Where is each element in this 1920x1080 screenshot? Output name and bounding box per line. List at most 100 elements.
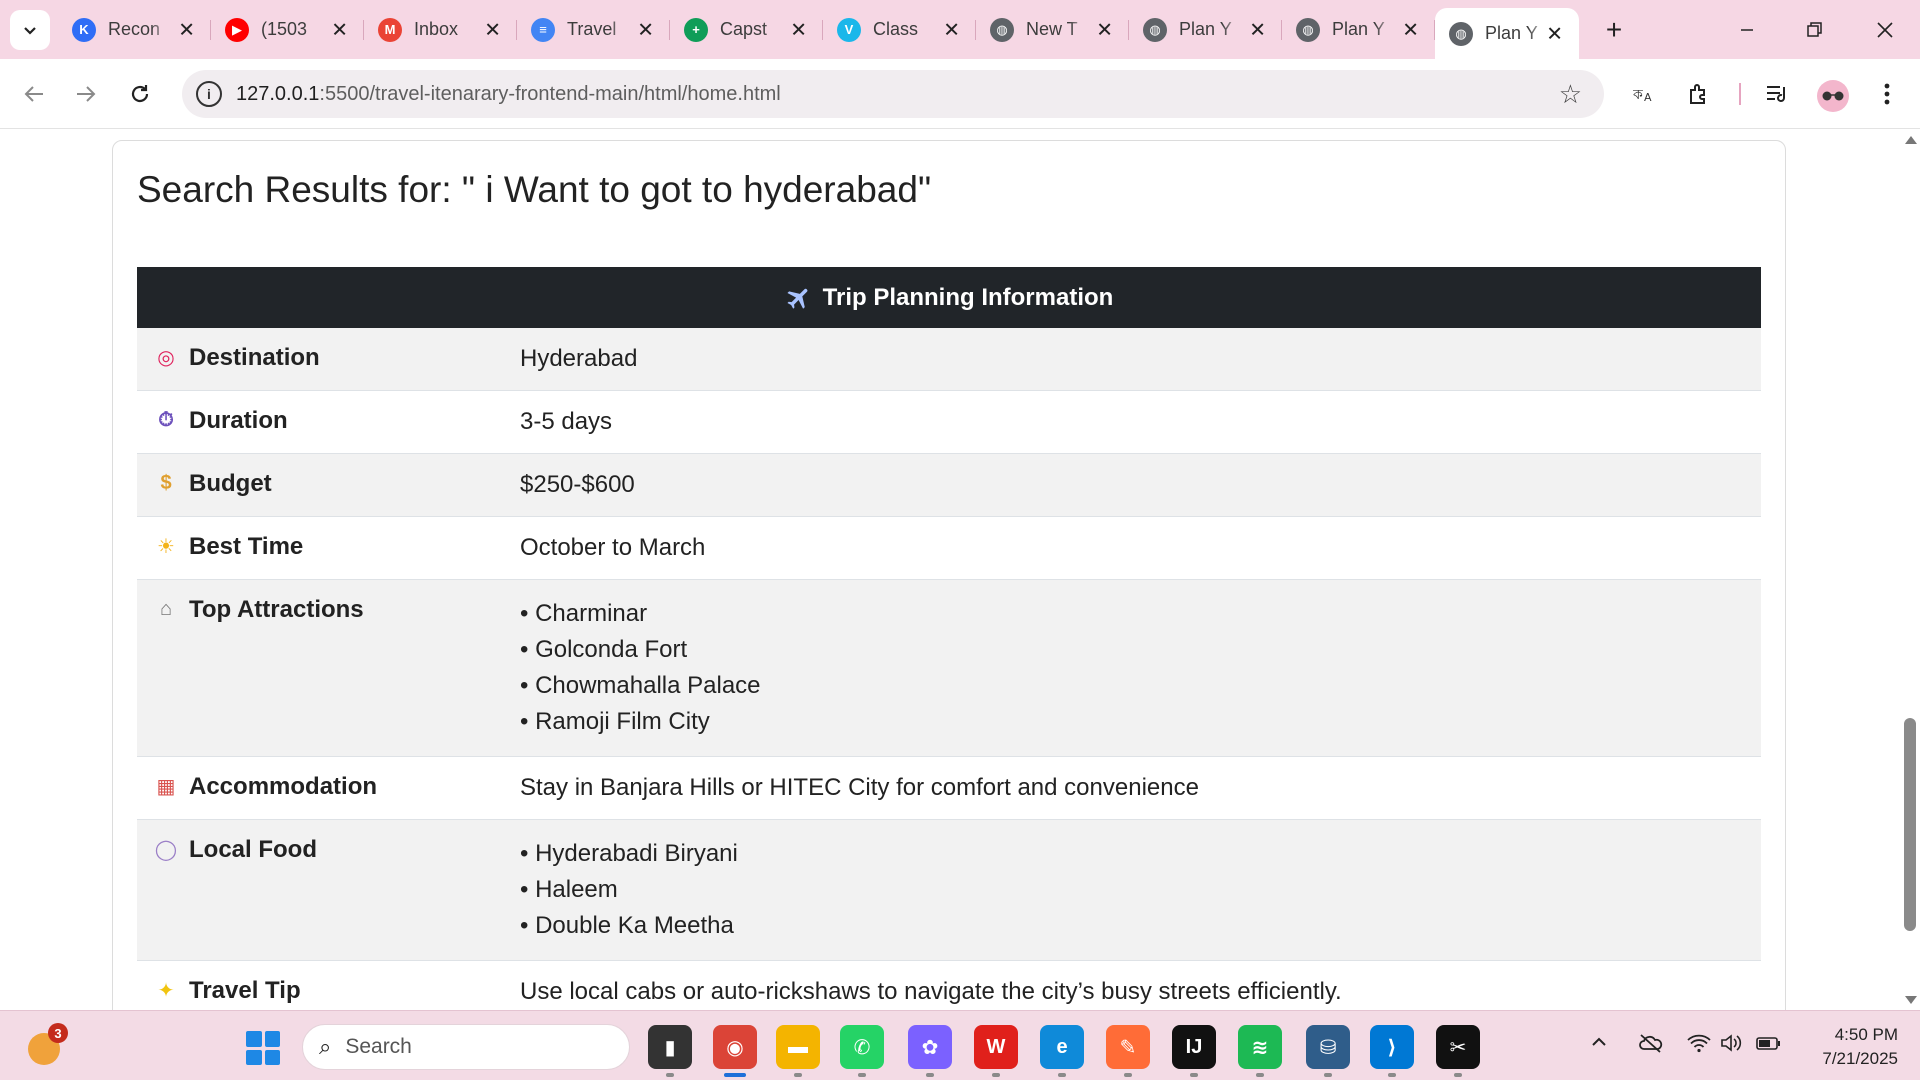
mysql-workbench-app-icon[interactable]: ⛁: [1306, 1025, 1350, 1077]
wifi-icon[interactable]: [1686, 1033, 1712, 1059]
browser-tab[interactable]: M Inbox ✕: [364, 0, 517, 59]
close-window-button[interactable]: [1862, 10, 1908, 50]
tab-close-icon[interactable]: ✕: [1249, 17, 1266, 42]
minimize-button[interactable]: [1724, 10, 1770, 50]
chrome-app-icon[interactable]: ◉: [713, 1025, 757, 1077]
browser-tab[interactable]: V Class ✕: [823, 0, 976, 59]
intellij-app-icon[interactable]: IJ: [1172, 1025, 1216, 1077]
tab-title: Plan Y: [1179, 19, 1232, 39]
notification-badge: 3: [48, 1023, 68, 1043]
target-icon: ◎: [157, 346, 175, 369]
browser-tab[interactable]: ≡ Travel ✕: [517, 0, 670, 59]
postman-app-icon[interactable]: ✎: [1106, 1025, 1150, 1077]
restore-icon: [1807, 22, 1822, 37]
battery-icon[interactable]: [1756, 1033, 1782, 1059]
browser-tab[interactable]: ◍ New T ✕: [976, 0, 1129, 59]
url-text[interactable]: 127.0.0.1:5500/travel-itenarary-frontend…: [236, 83, 781, 106]
weather-widget[interactable]: 3: [28, 1023, 68, 1065]
new-tab-button[interactable]: +: [1598, 14, 1630, 46]
back-button[interactable]: [14, 74, 54, 114]
scroll-down-arrow-icon[interactable]: [1905, 996, 1917, 1004]
browser-tab[interactable]: ◍ Plan Y ✕: [1129, 0, 1282, 59]
browser-menu-icon[interactable]: [1870, 77, 1904, 111]
tab-close-icon[interactable]: ✕: [1402, 17, 1419, 42]
extensions-icon[interactable]: [1682, 77, 1716, 111]
row-value: • Charminar: [520, 600, 648, 627]
edge-app-icon[interactable]: e: [1040, 1025, 1084, 1077]
tab-close-icon[interactable]: ✕: [790, 17, 807, 42]
taskbar-search[interactable]: ⌕ Search: [302, 1024, 630, 1070]
task-view-app-icon[interactable]: ▮: [648, 1025, 692, 1077]
row-value: • Hyderabadi Biryani: [520, 840, 738, 867]
scrollbar-thumb[interactable]: [1904, 718, 1916, 931]
youtube-icon: ▶: [225, 17, 249, 42]
spotify-app-icon[interactable]: ≋: [1238, 1025, 1282, 1077]
tab-close-icon[interactable]: ✕: [331, 17, 348, 42]
row-value: Use local cabs or auto-rickshaws to navi…: [520, 978, 1342, 1005]
page-scrollbar[interactable]: [1900, 130, 1920, 1010]
copilot-app-icon[interactable]: ✿: [908, 1025, 952, 1077]
bookmark-star-icon[interactable]: ☆: [1559, 79, 1582, 110]
sun-cloud-icon: ☀: [157, 535, 175, 558]
forward-button[interactable]: [66, 74, 106, 114]
scroll-up-arrow-icon[interactable]: [1905, 136, 1917, 144]
restore-button[interactable]: [1792, 10, 1838, 50]
tab-close-icon[interactable]: ✕: [178, 17, 195, 42]
sheets-icon: +: [684, 17, 708, 42]
url-host: 127.0.0.1: [236, 82, 320, 105]
running-indicator: [1058, 1073, 1066, 1077]
money-bag-icon: $: [160, 471, 172, 494]
capcut-app-icon[interactable]: ✂: [1436, 1025, 1480, 1077]
tab-title: Inbox: [414, 19, 459, 39]
media-control-icon[interactable]: [1760, 77, 1794, 111]
browser-tab[interactable]: ◍ Plan Y ✕: [1282, 0, 1435, 59]
tab-search-button[interactable]: [10, 10, 50, 50]
address-bar[interactable]: i 127.0.0.1:5500/travel-itenarary-fronte…: [182, 70, 1604, 118]
tab-list: K Recon ✕ ▶ (1503 ✕ M Inbox ✕ ≡ Travel ✕ + Capst ✕ V Cla…: [58, 0, 1579, 59]
docs-icon: ≡: [531, 17, 555, 42]
row-value-cell: • Hyderabadi Biryani • Haleem • Double Ka …: [520, 820, 1761, 960]
reload-button[interactable]: [120, 74, 160, 114]
airplane-icon: [787, 288, 807, 309]
chevron-up-icon[interactable]: [1590, 1033, 1608, 1057]
browser-tab[interactable]: ▶ (1503 ✕: [211, 0, 364, 59]
classical-building-icon: ⌂: [159, 597, 173, 620]
tab-close-icon[interactable]: ✕: [484, 17, 501, 42]
file-explorer-app-icon[interactable]: ▬: [776, 1025, 820, 1077]
system-clock[interactable]: 4:50 PM 7/21/2025: [1800, 1023, 1898, 1071]
tab-strip: K Recon ✕ ▶ (1503 ✕ M Inbox ✕ ≡ Travel ✕ + Capst ✕ V Cla…: [0, 0, 1920, 59]
row-value-cell: Stay in Banjara Hills or HITEC City for …: [520, 757, 1761, 819]
running-indicator: [858, 1073, 866, 1077]
tab-close-icon[interactable]: ✕: [1546, 21, 1563, 46]
browser-tab[interactable]: + Capst ✕: [670, 0, 823, 59]
toolbar-separator: [1739, 83, 1741, 105]
browser-tab[interactable]: K Recon ✕: [58, 0, 211, 59]
tab-close-icon[interactable]: ✕: [943, 17, 960, 42]
onedrive-icon[interactable]: [1638, 1033, 1664, 1059]
row-value: 3-5 days: [520, 408, 613, 435]
tab-title: Plan Y: [1485, 23, 1538, 43]
tab-active[interactable]: ◍ Plan Y ✕: [1435, 8, 1579, 59]
row-value: $250-$600: [520, 471, 635, 498]
table-row: ✦ Travel Tip Use local cabs or auto-ricksh…: [137, 961, 1761, 1010]
whatsapp-app-icon[interactable]: ✆: [840, 1025, 884, 1077]
volume-icon[interactable]: [1720, 1033, 1744, 1059]
translate-icon[interactable]: কA: [1628, 77, 1662, 111]
tab-close-icon[interactable]: ✕: [1096, 17, 1113, 42]
row-label-cell: ✦ Travel Tip: [137, 961, 520, 1010]
results-card: Search Results for: " i Want to got to h…: [112, 140, 1786, 1010]
globe-icon: ◍: [1449, 21, 1473, 46]
close-icon: [1877, 22, 1893, 38]
gmail-icon: M: [378, 17, 402, 42]
tab-close-icon[interactable]: ✕: [637, 17, 654, 42]
running-indicator: [926, 1073, 934, 1077]
site-info-icon[interactable]: i: [196, 81, 222, 107]
wps-office-app-icon[interactable]: W: [974, 1025, 1018, 1077]
running-indicator: [1388, 1073, 1396, 1077]
table-row: $ Budget $250-$600: [137, 454, 1761, 517]
profile-avatar[interactable]: [1817, 80, 1849, 112]
start-button[interactable]: [246, 1031, 280, 1065]
vscode-app-icon[interactable]: ⟩: [1370, 1025, 1414, 1077]
globe-icon: ◍: [990, 17, 1014, 42]
row-label: Accommodation: [189, 773, 378, 800]
